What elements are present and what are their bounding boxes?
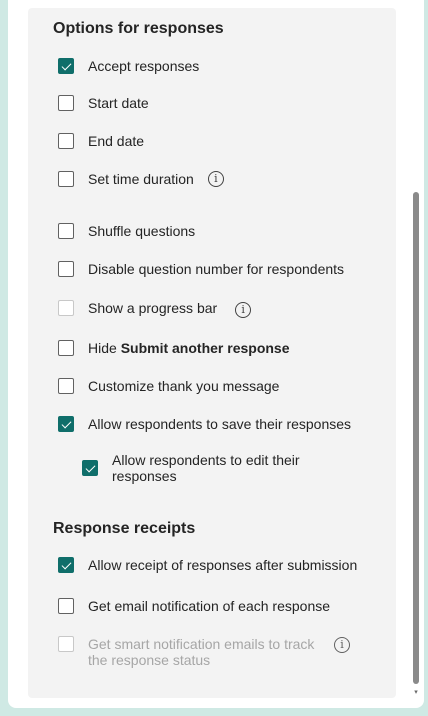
hide-submit-another-prefix: Hide xyxy=(88,340,121,356)
scrollbar[interactable]: ▾ xyxy=(412,0,420,708)
end-date-option[interactable]: End date xyxy=(58,133,144,149)
info-icon[interactable]: i xyxy=(334,637,350,653)
hide-submit-another-label: Hide Submit another response xyxy=(88,340,290,356)
show-progress-bar-option[interactable]: Show a progress bar i xyxy=(58,300,252,318)
info-icon[interactable]: i xyxy=(207,171,224,187)
scroll-down-icon[interactable]: ▾ xyxy=(412,689,420,697)
set-time-duration-option[interactable]: Set time duration i xyxy=(58,171,224,187)
set-time-duration-label: Set time duration xyxy=(88,171,194,187)
disable-question-number-label: Disable question number for respondents xyxy=(88,261,345,277)
allow-save-label: Allow respondents to save their response… xyxy=(88,416,352,432)
info-icon[interactable]: i xyxy=(235,302,252,318)
email-notification-checkbox[interactable] xyxy=(58,598,74,614)
allow-receipt-option[interactable]: Allow receipt of responses after submiss… xyxy=(58,557,357,573)
allow-receipt-checkbox[interactable] xyxy=(58,557,74,573)
hide-submit-another-checkbox[interactable] xyxy=(58,340,74,356)
customize-thank-you-label: Customize thank you message xyxy=(88,378,280,394)
email-notification-option[interactable]: Get email notification of each response xyxy=(58,598,330,614)
settings-panel: Options for responses Accept responses S… xyxy=(8,0,424,708)
start-date-checkbox[interactable] xyxy=(58,95,74,111)
customize-thank-you-option[interactable]: Customize thank you message xyxy=(58,378,279,394)
allow-edit-label: Allow respondents to edit their response… xyxy=(112,452,300,484)
start-date-option[interactable]: Start date xyxy=(58,95,149,111)
options-section-title: Options for responses xyxy=(53,20,224,37)
allow-receipt-label: Allow receipt of responses after submiss… xyxy=(88,557,358,573)
smart-notification-label: Get smart notification emails to track t… xyxy=(88,636,315,668)
allow-save-checkbox[interactable] xyxy=(58,416,74,432)
customize-thank-you-checkbox[interactable] xyxy=(58,378,74,394)
show-progress-bar-label: Show a progress bar xyxy=(88,300,218,316)
disable-question-number-option[interactable]: Disable question number for respondents xyxy=(58,261,344,277)
allow-edit-checkbox[interactable] xyxy=(82,460,98,476)
allow-edit-option[interactable]: Allow respondents to edit their response… xyxy=(82,452,322,484)
smart-notification-option: Get smart notification emails to track t… xyxy=(58,636,358,668)
hide-submit-another-option[interactable]: Hide Submit another response xyxy=(58,340,290,356)
shuffle-questions-label: Shuffle questions xyxy=(88,223,196,239)
accept-responses-checkbox[interactable] xyxy=(58,58,74,74)
shuffle-questions-checkbox[interactable] xyxy=(58,223,74,239)
accept-responses-label: Accept responses xyxy=(88,58,200,74)
start-date-label: Start date xyxy=(88,95,149,111)
hide-submit-another-bold: Submit another response xyxy=(120,340,290,356)
set-time-duration-checkbox[interactable] xyxy=(58,171,74,187)
end-date-label: End date xyxy=(88,133,145,149)
smart-notification-checkbox xyxy=(58,636,74,652)
receipts-section-title: Response receipts xyxy=(53,520,196,537)
allow-save-option[interactable]: Allow respondents to save their response… xyxy=(58,416,351,432)
end-date-checkbox[interactable] xyxy=(58,133,74,149)
scrollbar-thumb[interactable] xyxy=(413,192,419,684)
accept-responses-option[interactable]: Accept responses xyxy=(58,58,199,74)
email-notification-label: Get email notification of each response xyxy=(88,598,331,614)
disable-question-number-checkbox[interactable] xyxy=(58,261,74,277)
shuffle-questions-option[interactable]: Shuffle questions xyxy=(58,223,195,239)
show-progress-bar-checkbox[interactable] xyxy=(58,300,74,316)
